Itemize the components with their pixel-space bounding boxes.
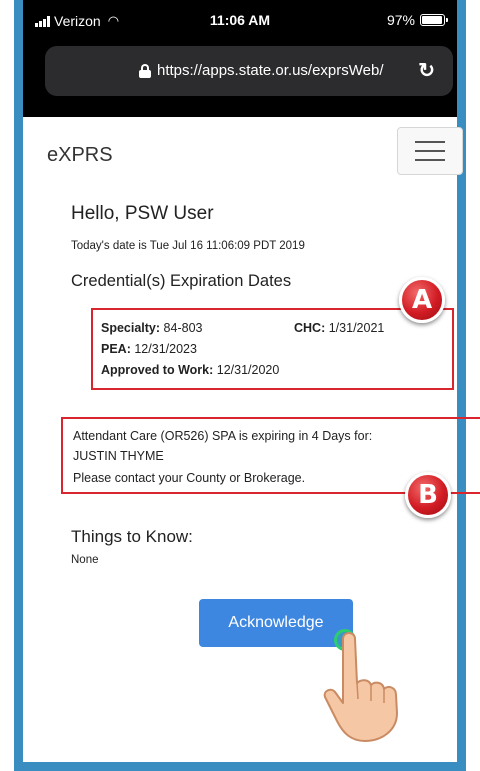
battery-fill	[422, 16, 443, 24]
contact-instruction: Please contact your County or Brokerage.	[73, 471, 306, 485]
annotation-marker-a: A	[399, 277, 445, 323]
client-name: JUSTIN THYME	[73, 449, 164, 463]
reload-icon[interactable]: ↻	[418, 58, 435, 83]
approved-value: 12/31/2020	[216, 363, 280, 377]
pea-value: 12/31/2023	[134, 342, 197, 356]
battery-indicator: 97%	[386, 12, 448, 28]
pea-label: PEA:	[101, 342, 131, 356]
current-date: Today's date is Tue Jul 16 11:06:09 PDT …	[71, 240, 305, 252]
chc-label: CHC:	[294, 321, 326, 335]
annotation-marker-b: B	[405, 472, 451, 518]
pea-row: PEA: 12/31/2023	[101, 342, 197, 356]
app-title: eXPRS	[47, 144, 113, 166]
battery-percent: 97%	[386, 12, 415, 28]
url-display[interactable]: https://apps.state.or.us/exprsWeb/	[139, 62, 384, 79]
approved-label: Approved to Work:	[101, 363, 214, 377]
greeting: Hello, PSW User	[71, 203, 214, 224]
chc-value: 1/31/2021	[328, 321, 385, 335]
url-text: https://apps.state.or.us/exprsWeb/	[157, 62, 384, 79]
hamburger-menu-icon	[415, 141, 445, 143]
pointing-hand-icon	[323, 632, 398, 742]
expiration-notice: Attendant Care (OR526) SPA is expiring i…	[73, 429, 373, 443]
browser-chrome: Verizon ◠ 11:06 AM 97% https://apps.stat…	[23, 0, 457, 117]
address-bar[interactable]: https://apps.state.or.us/exprsWeb/ ↻	[45, 46, 453, 96]
battery-icon	[420, 14, 448, 26]
specialty-value: 84-803	[163, 321, 203, 335]
specialty-row: Specialty: 84-803	[101, 321, 202, 335]
status-bar: Verizon ◠ 11:06 AM 97%	[23, 0, 457, 38]
things-to-know-heading: Things to Know:	[71, 527, 193, 546]
hamburger-menu-button[interactable]	[397, 127, 463, 175]
chc-row: CHC: 1/31/2021	[294, 321, 384, 335]
phone-frame: Verizon ◠ 11:06 AM 97% https://apps.stat…	[14, 0, 480, 771]
lock-icon	[139, 63, 151, 78]
credentials-heading: Credential(s) Expiration Dates	[71, 272, 292, 290]
specialty-label: Specialty:	[101, 321, 161, 335]
things-to-know-value: None	[71, 554, 99, 566]
approved-row: Approved to Work: 12/31/2020	[101, 363, 279, 377]
